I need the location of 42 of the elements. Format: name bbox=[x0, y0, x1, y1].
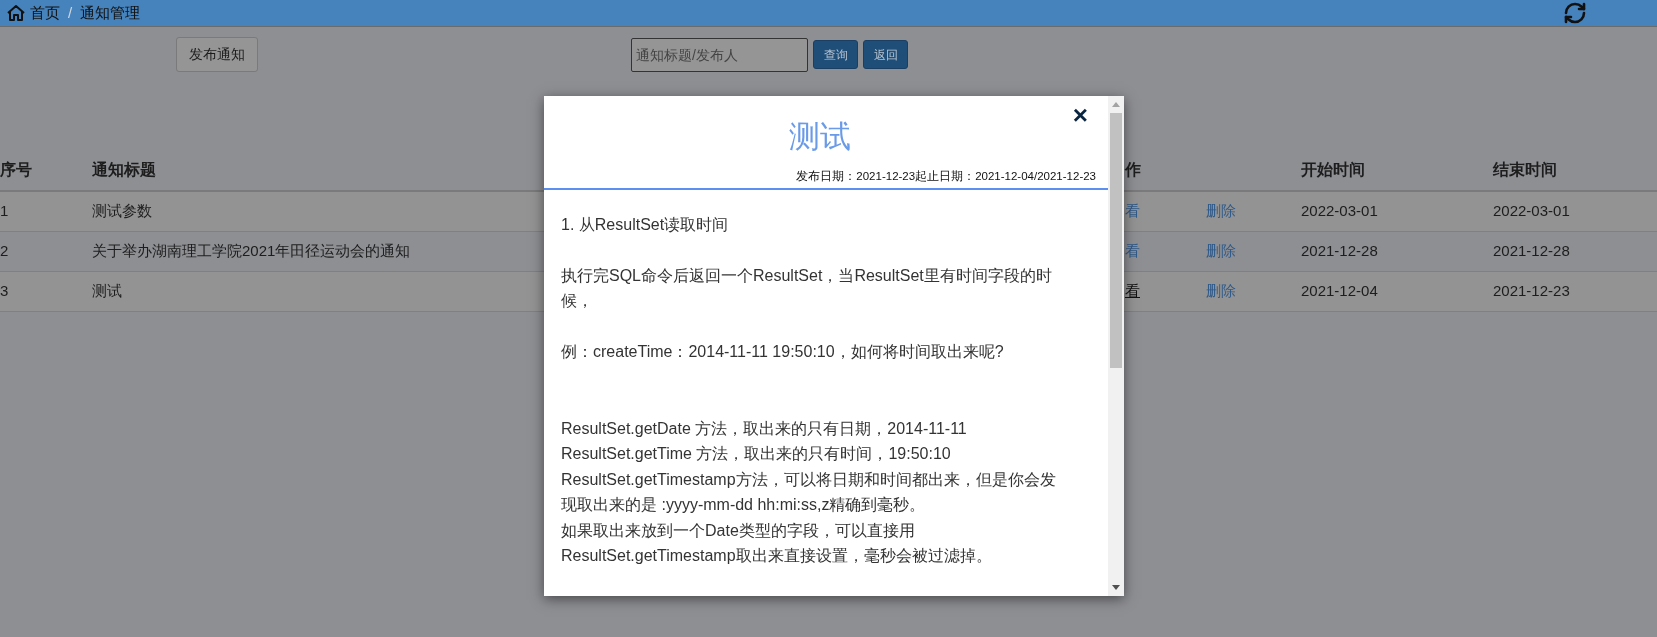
home-icon[interactable] bbox=[6, 4, 26, 22]
table-cell: 1 bbox=[0, 202, 9, 220]
table-cell: 测试参数 bbox=[92, 202, 152, 220]
body-paragraph: 例：createTime：2014-11-11 19:50:10，如何将时间取出来呢? bbox=[561, 342, 1005, 362]
table-cell: 关于举办湖南理工学院2021年田径运动会的通知 bbox=[92, 242, 411, 260]
table-cell: 2022-03-01 bbox=[1493, 202, 1570, 220]
body-paragraph: ResultSet.getTime 方法，取出来的只有时间，19:50:10 bbox=[561, 444, 952, 464]
column-header: 结束时间 bbox=[1493, 161, 1557, 178]
breadcrumb-separator: / bbox=[68, 2, 73, 23]
breadcrumb-link[interactable]: 首页 bbox=[30, 1, 60, 25]
body-paragraph: 1. 从ResultSet读取时间 bbox=[561, 214, 730, 235]
query-button[interactable]: 查询 bbox=[813, 40, 858, 69]
delete-link[interactable]: 删除 bbox=[1206, 282, 1236, 300]
column-header: 开始时间 bbox=[1301, 161, 1365, 178]
column-header: 序号 bbox=[0, 161, 32, 178]
table-cell: 3 bbox=[0, 282, 9, 300]
scrollbar-thumb[interactable] bbox=[1110, 113, 1122, 368]
breadcrumb-link[interactable]: 通知管理 bbox=[80, 1, 141, 25]
close-button[interactable]: × bbox=[1072, 102, 1088, 128]
body-paragraph: 如果取出来放到一个Date类型的字段，可以直接用ResultSet.getTimestamp取出来直接设置，毫秒会被过滤掉。 bbox=[561, 520, 993, 566]
search-field[interactable]: 通知标题/发布人 bbox=[631, 37, 808, 72]
delete-link[interactable]: 删除 bbox=[1206, 202, 1236, 220]
column-header: 作 bbox=[1125, 161, 1141, 178]
table-cell: 2021-12-23 bbox=[1493, 282, 1570, 300]
modal-meta: 发布日期：2021-12-23起止日期：2021-12-04/2021-12-23 bbox=[796, 169, 1096, 182]
table-cell: 2021-12-28 bbox=[1301, 242, 1378, 260]
scroll-down-icon[interactable] bbox=[1112, 585, 1120, 590]
table-cell: 2 bbox=[0, 242, 9, 260]
back-button[interactable]: 返回 bbox=[863, 40, 908, 69]
modal-title: 测试 bbox=[789, 119, 851, 154]
table-cell: 2022-03-01 bbox=[1301, 202, 1378, 220]
body-paragraph: ResultSet.getTimestamp方法，可以将日期和时间都出来，但是你会发现取出来的是 :yyyy-mm-dd hh:mi:ss,z精确到毫秒。 bbox=[561, 469, 1057, 515]
table-cell: 2021-12-04 bbox=[1301, 282, 1378, 300]
body-paragraph: ResultSet.getDate 方法，取出来的只有日期，2014-11-11 bbox=[561, 418, 968, 439]
table-cell: 2021-12-28 bbox=[1493, 242, 1570, 260]
view-link[interactable]: 看 bbox=[1125, 282, 1140, 300]
body-paragraph: 执行完SQL命令后返回一个ResultSet，当ResultSet里有时间字段的时候， bbox=[561, 265, 1053, 311]
table-cell: 测试 bbox=[92, 282, 122, 300]
refresh-icon[interactable] bbox=[1563, 1, 1587, 25]
scrollbar[interactable] bbox=[1108, 96, 1124, 596]
column-header: 通知标题 bbox=[92, 161, 156, 178]
publish-button[interactable]: 发布通知 bbox=[176, 37, 258, 72]
